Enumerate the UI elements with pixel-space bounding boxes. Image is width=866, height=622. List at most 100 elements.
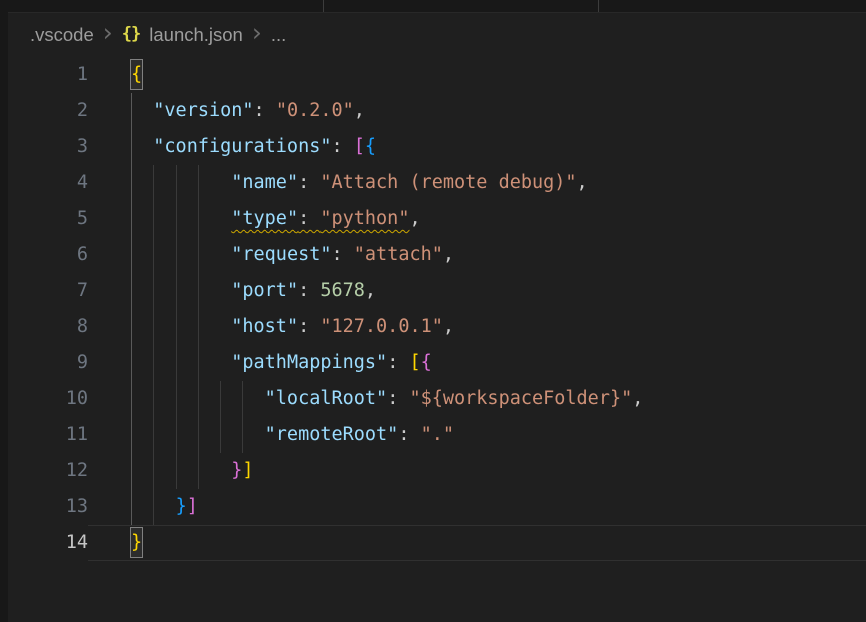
line-number: 10: [8, 381, 88, 417]
indent-guide: [131, 453, 132, 489]
indent-guide: [153, 165, 154, 201]
warning-squiggle: "type": "python": [231, 208, 409, 229]
code-line: 11 "remoteRoot": ".": [8, 417, 866, 453]
json-braces-icon: {}: [122, 24, 140, 44]
line-number: 5: [8, 201, 88, 237]
indent-guide: [198, 201, 199, 237]
line-number: 3: [8, 129, 88, 165]
indent-guide: [220, 417, 221, 453]
editor-code-area[interactable]: 1{2 "version": "0.2.0",3 "configurations…: [8, 57, 866, 561]
code-text[interactable]: "remoteRoot": ".": [88, 417, 866, 453]
code-text[interactable]: "name": "Attach (remote debug)",: [88, 165, 866, 201]
chevron-right-icon: ›: [252, 24, 262, 42]
indent-guide: [131, 273, 132, 309]
indent-guide: [176, 417, 177, 453]
tab-3[interactable]: [599, 0, 866, 12]
line-number: 1: [8, 57, 88, 93]
indent-guide: [176, 165, 177, 201]
code-text[interactable]: "type": "python",: [88, 201, 866, 237]
indent-guide: [153, 381, 154, 417]
indent-guide: [131, 237, 132, 273]
code-line: 10 "localRoot": "${workspaceFolder}",: [8, 381, 866, 417]
indent-guide: [131, 129, 132, 165]
code-text[interactable]: {: [88, 57, 866, 93]
indent-guide: [131, 417, 132, 453]
breadcrumb-folder[interactable]: .vscode: [30, 24, 94, 46]
code-text[interactable]: "request": "attach",: [88, 237, 866, 273]
indent-guide: [131, 93, 132, 129]
indent-guide: [131, 489, 132, 525]
indent-guide: [153, 417, 154, 453]
breadcrumb: .vscode › {} launch.json › ...: [8, 13, 866, 57]
code-line: 4 "name": "Attach (remote debug)",: [8, 165, 866, 201]
indent-guide: [176, 237, 177, 273]
line-number: 12: [8, 453, 88, 489]
code-text[interactable]: "pathMappings": [{: [88, 345, 866, 381]
code-line: 5 "type": "python",: [8, 201, 866, 237]
code-line: 1{: [8, 57, 866, 93]
indent-guide: [198, 417, 199, 453]
indent-guide: [153, 273, 154, 309]
line-number: 14: [8, 525, 88, 561]
indent-guide: [176, 309, 177, 345]
line-number: 11: [8, 417, 88, 453]
breadcrumb-symbols[interactable]: ...: [271, 24, 286, 46]
indent-guide: [153, 345, 154, 381]
code-text[interactable]: }]: [88, 489, 866, 525]
indent-guide: [198, 453, 199, 489]
line-number: 2: [8, 93, 88, 129]
indent-guide: [176, 273, 177, 309]
indent-guide: [198, 345, 199, 381]
indent-guide: [153, 453, 154, 489]
indent-guide: [131, 345, 132, 381]
code-text[interactable]: }]: [88, 453, 866, 489]
code-line: 13 }]: [8, 489, 866, 525]
code-text[interactable]: "version": "0.2.0",: [88, 93, 866, 129]
indent-guide: [131, 165, 132, 201]
code-line: 3 "configurations": [{: [8, 129, 866, 165]
code-line: 12 }]: [8, 453, 866, 489]
line-number: 13: [8, 489, 88, 525]
indent-guide: [131, 309, 132, 345]
chevron-right-icon: ›: [103, 24, 113, 42]
bracket-match: }: [130, 527, 143, 558]
indent-guide: [153, 237, 154, 273]
code-line: 8 "host": "127.0.0.1",: [8, 309, 866, 345]
code-text[interactable]: }: [88, 525, 866, 561]
indent-guide: [153, 309, 154, 345]
indent-guide: [131, 381, 132, 417]
line-number: 7: [8, 273, 88, 309]
indent-guide: [220, 381, 221, 417]
code-text[interactable]: "configurations": [{: [88, 129, 866, 165]
indent-guide: [198, 237, 199, 273]
bracket-match: {: [130, 59, 143, 90]
indent-guide: [198, 381, 199, 417]
breadcrumb-file[interactable]: launch.json: [149, 24, 243, 46]
code-line: 2 "version": "0.2.0",: [8, 93, 866, 129]
line-number: 8: [8, 309, 88, 345]
indent-guide: [242, 417, 243, 453]
indent-guide: [153, 201, 154, 237]
tab-1[interactable]: [8, 0, 324, 12]
indent-guide: [242, 381, 243, 417]
code-text[interactable]: "host": "127.0.0.1",: [88, 309, 866, 345]
indent-guide: [176, 453, 177, 489]
line-number: 4: [8, 165, 88, 201]
indent-guide: [198, 273, 199, 309]
code-line: 14}: [8, 525, 866, 561]
code-line: 7 "port": 5678,: [8, 273, 866, 309]
indent-guide: [176, 381, 177, 417]
indent-guide: [198, 165, 199, 201]
code-text[interactable]: "port": 5678,: [88, 273, 866, 309]
window-left-edge: [0, 0, 8, 622]
code-text[interactable]: "localRoot": "${workspaceFolder}",: [88, 381, 866, 417]
code-line: 6 "request": "attach",: [8, 237, 866, 273]
line-number: 6: [8, 237, 88, 273]
indent-guide: [131, 201, 132, 237]
indent-guide: [176, 345, 177, 381]
code-line: 9 "pathMappings": [{: [8, 345, 866, 381]
indent-guide: [198, 309, 199, 345]
tab-2[interactable]: [324, 0, 599, 12]
line-number: 9: [8, 345, 88, 381]
indent-guide: [176, 201, 177, 237]
